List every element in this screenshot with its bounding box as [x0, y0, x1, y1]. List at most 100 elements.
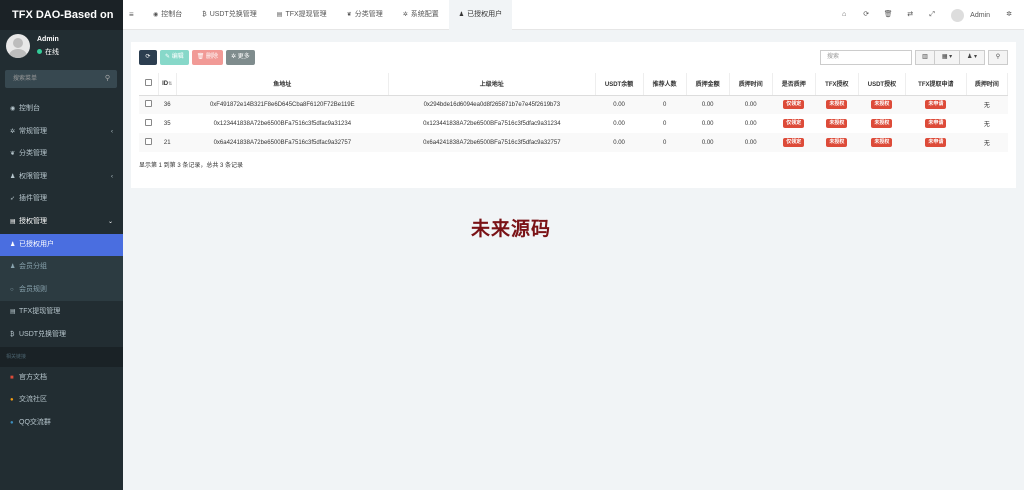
status-badge[interactable]: 仅领定	[783, 100, 805, 110]
cell-refs: 0	[643, 133, 687, 152]
fullscreen-icon[interactable]: ⤢	[921, 0, 943, 30]
cell-parent: 0x123441838A72be6500BFa7516c3f5dfac9a312…	[389, 114, 595, 133]
tab-0[interactable]: ◉ 控制台	[143, 0, 192, 30]
status-badge[interactable]: 未授权	[871, 100, 893, 110]
status-badge[interactable]: 未授权	[826, 100, 848, 110]
tab-label: 已授权用户	[467, 11, 503, 18]
dashboard-icon: ◉	[10, 106, 16, 112]
sidebar-item2-1[interactable]: ₿ USDT兑换管理	[0, 324, 123, 347]
column-header-0[interactable]: ID⇅	[158, 73, 177, 96]
status-badge[interactable]: 未授权	[826, 138, 848, 147]
tab-5[interactable]: ♟ 已授权用户	[448, 0, 513, 30]
cell-staked: 仅领定	[772, 95, 816, 114]
menu-search-input[interactable]: 搜索菜单 ⚲	[5, 70, 117, 88]
leaf-icon: ❦	[10, 151, 16, 158]
app-logo[interactable]: TFX DAO-Based on	[0, 0, 123, 30]
users-table: ID⇅ 鱼地址 上级地址 USDT余额 推荐人数 质押金额 质押时间 是否质押 TFX授权 USD…	[139, 73, 1009, 152]
sidebar-subitem-2[interactable]: ○ 会员规则	[0, 278, 123, 302]
search-icon[interactable]: ⚲	[105, 70, 110, 88]
edit-button[interactable]: ✎ 编辑	[160, 50, 189, 65]
sidebar-item-1[interactable]: ✲ 常规管理 ‹	[0, 121, 123, 144]
column-header-label: 质押时间	[738, 82, 763, 89]
cell-value: 无	[983, 103, 990, 110]
sidebar-item2-0[interactable]: ▤ TFX提现管理	[0, 301, 123, 324]
column-header-1[interactable]: 鱼地址	[176, 73, 390, 96]
status-badge[interactable]: 未申请	[925, 100, 947, 110]
tab-label: 分类管理	[354, 11, 383, 18]
status-badge[interactable]: 未授权	[871, 119, 893, 128]
sidebar-item-3[interactable]: ♟ 权限管理 ‹	[0, 166, 123, 189]
cell-refs: 0	[643, 114, 686, 133]
settings-icon[interactable]: ✲	[998, 0, 1020, 30]
menu-label: 权限管理	[19, 172, 47, 180]
row-checkbox[interactable]	[139, 95, 159, 114]
tab-4[interactable]: ✲ 系统配置	[393, 0, 449, 30]
status-badge[interactable]: 未授权	[826, 119, 848, 128]
column-header-7[interactable]: 是否质押	[772, 73, 816, 96]
cell-value: 0.00	[744, 139, 757, 146]
toggle-view-button[interactable]: ▥	[915, 50, 935, 65]
tab-1[interactable]: ₿ USDT兑换管理	[192, 0, 267, 30]
tab-2[interactable]: ▤ TFX提现管理	[267, 0, 337, 30]
cell-value: 0.00	[744, 101, 757, 108]
refresh-icon[interactable]: ⟳	[855, 0, 877, 30]
dashboard-icon: ◉	[153, 12, 159, 18]
column-header-5[interactable]: 质押金额	[686, 73, 730, 96]
home-icon[interactable]: ⌂	[833, 0, 855, 30]
topbar-user[interactable]: Admin	[943, 8, 998, 22]
refresh-button[interactable]: ⟳	[139, 50, 157, 65]
menu-label: 插件管理	[19, 195, 47, 203]
cell-usdt: 0.00	[595, 114, 643, 133]
column-header-label: TFX授权	[825, 82, 849, 89]
columns-button[interactable]: ▦ ▾	[934, 50, 960, 65]
column-header-9[interactable]: USDT授权	[858, 73, 906, 96]
tab-label: 系统配置	[410, 11, 439, 18]
select-all-checkbox[interactable]	[139, 73, 159, 96]
status-badge[interactable]: 仅领定	[783, 119, 805, 128]
column-header-6[interactable]: 质押时间	[729, 73, 773, 96]
cell-value: 0x6a4241838A72be6500BFa7516c3f5dfac9a327…	[213, 139, 352, 146]
sidebar-link-2[interactable]: ● QQ交流群	[0, 412, 123, 435]
advanced-search-button[interactable]: ⚲	[988, 50, 1008, 65]
status-badge[interactable]: 仅领定	[783, 138, 805, 147]
cell-value: 无	[983, 141, 990, 147]
sidebar-link-0[interactable]: ■ 官方文档	[0, 367, 123, 390]
tab-3[interactable]: ❦ 分类管理	[337, 0, 393, 30]
sidebar-item-4[interactable]: ➶ 插件管理	[0, 188, 123, 211]
sidebar-item-5[interactable]: ▤ 授权管理 ⌄	[0, 211, 123, 234]
table-row[interactable]: 35 0x123441838A72be6500BFa7516c3f5dfac9a3…	[139, 114, 1008, 133]
export-button[interactable]: ♟ ▾	[959, 50, 985, 65]
sidebar-subitem-1[interactable]: ♟ 会员分组	[0, 256, 123, 279]
cell-tfx_auth: 未授权	[815, 133, 859, 152]
table-row[interactable]: 36 0xF491872e14B321F8e6D645Cba8F6120F72Be…	[139, 95, 1008, 114]
delete-button[interactable]: 🗑 删除	[191, 50, 223, 65]
menu-label: 常规管理	[19, 127, 47, 135]
sidebar-subitem-0[interactable]: ♟ 已授权用户	[0, 233, 123, 257]
status-badge[interactable]: 未授权	[871, 138, 893, 147]
column-header-11[interactable]: 质押时间	[966, 73, 1009, 96]
cell-stake: 0.00	[686, 114, 729, 133]
more-button[interactable]: ✲ 更多	[226, 50, 255, 65]
column-header-2[interactable]: 上级地址	[388, 73, 596, 96]
row-checkbox[interactable]	[139, 114, 158, 133]
row-checkbox[interactable]	[139, 133, 159, 152]
users-icon: ♟	[10, 264, 16, 271]
sidebar-link-1[interactable]: ● 交流社区	[0, 389, 123, 412]
column-header-10[interactable]: TFX提取申请	[905, 73, 967, 96]
sidebar-item-0[interactable]: ◉ 控制台	[0, 98, 123, 121]
sort-icon[interactable]: ⇅	[168, 81, 172, 87]
sidebar-toggle-icon[interactable]: ≡	[129, 0, 134, 30]
cell-value: 0.00	[613, 120, 625, 127]
cell-value: 0.00	[701, 120, 714, 127]
table-row[interactable]: 21 0x6a4241838A72be6500BFa7516c3f5dfac9a3…	[139, 133, 1008, 152]
column-header-8[interactable]: TFX授权	[815, 73, 859, 96]
column-header-4[interactable]: 推荐人数	[643, 73, 687, 96]
cell-staked: 仅领定	[772, 114, 815, 133]
status-badge[interactable]: 未申请	[925, 119, 947, 128]
status-badge[interactable]: 未申请	[925, 138, 947, 147]
column-header-3[interactable]: USDT余额	[595, 73, 644, 96]
table-search-input[interactable]: 搜索	[820, 50, 912, 65]
translate-icon[interactable]: ⇄	[899, 0, 921, 30]
sidebar-item-2[interactable]: ❦ 分类管理	[0, 143, 123, 166]
trash-icon[interactable]: 🗑	[877, 0, 899, 30]
